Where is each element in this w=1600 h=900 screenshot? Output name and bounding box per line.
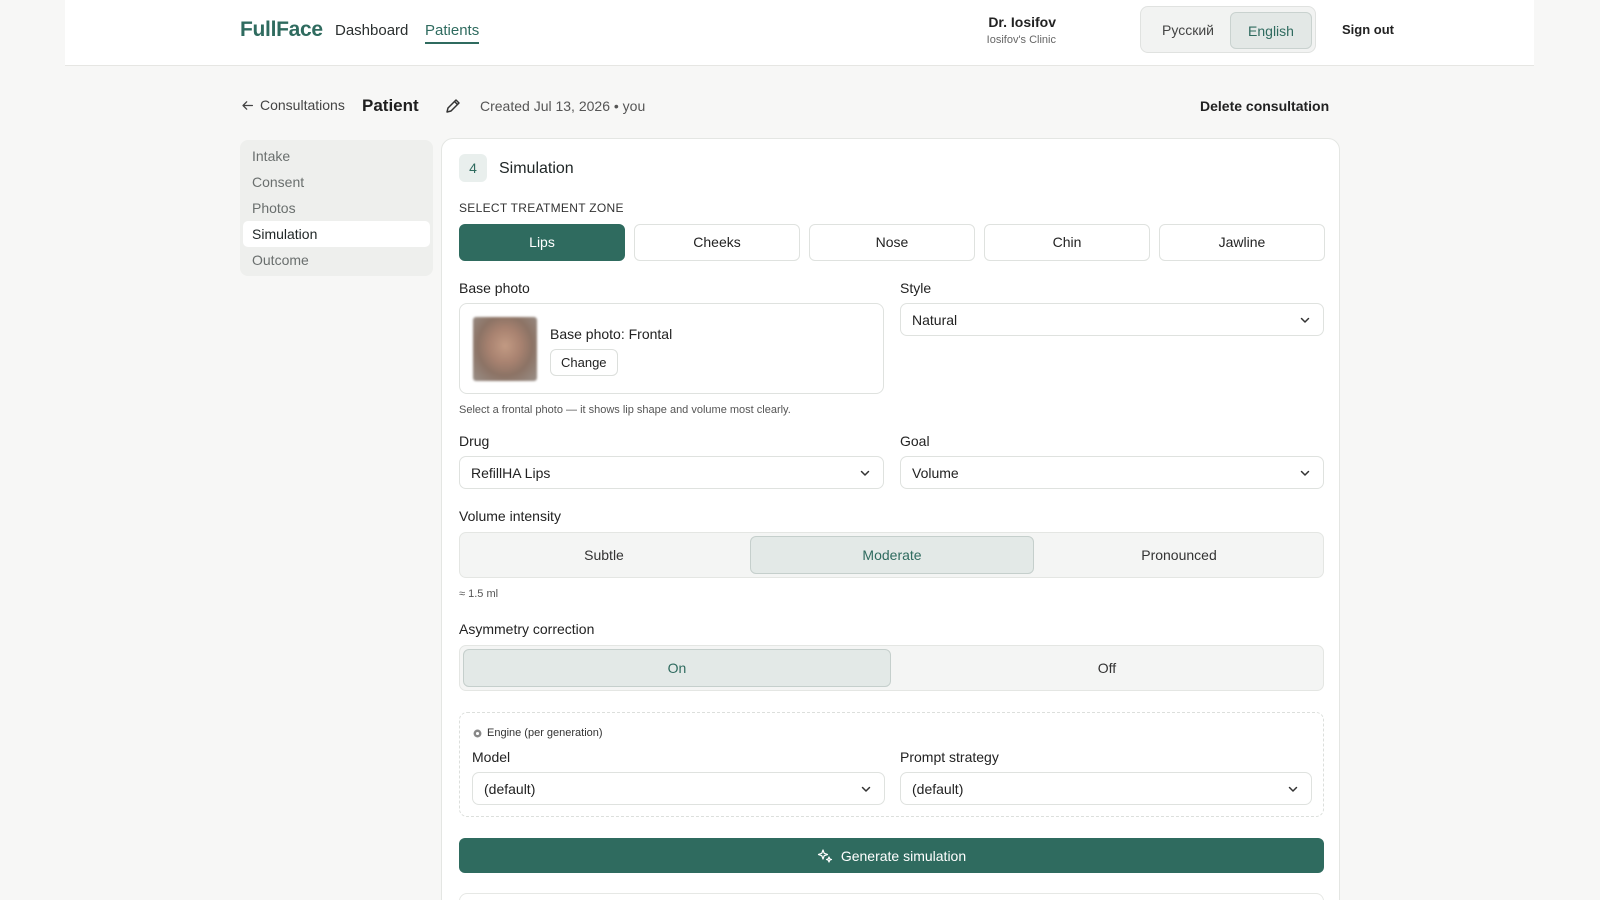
base-photo-thumbnail[interactable] [473,317,537,381]
zone-label: SELECT TREATMENT ZONE [459,201,624,215]
asymmetry-off-button[interactable]: Off [893,649,1321,687]
delete-consultation-button[interactable]: Delete consultation [1200,98,1329,114]
engine-settings-box: Engine (per generation) Model (default) … [459,712,1324,817]
chevron-down-icon [861,786,871,792]
back-label: Consultations [260,97,345,113]
engine-title: Engine (per generation) [472,727,603,739]
sidebar-item-photos[interactable]: Photos [243,195,430,221]
chevron-down-icon [1300,317,1310,323]
user-clinic: Iosifov's Clinic [986,34,1056,46]
chevron-down-icon [1288,786,1298,792]
zone-chin-button[interactable]: Chin [984,224,1150,261]
drug-value: RefillHA Lips [471,465,551,481]
sidebar-item-intake[interactable]: Intake [243,143,430,169]
base-photo-title: Base photo: Frontal [550,326,673,342]
zone-jawline-button[interactable]: Jawline [1159,224,1325,261]
sidebar-item-outcome[interactable]: Outcome [243,247,430,273]
chevron-down-icon [860,470,870,476]
sidebar-item-simulation[interactable]: Simulation [243,221,430,247]
photo-hint: Select a frontal photo — it shows lip sh… [459,404,791,416]
sparkles-icon [817,848,832,863]
simulation-card: 4 Simulation SELECT TREATMENT ZONE Lips … [441,138,1340,900]
asymmetry-on-button[interactable]: On [463,649,891,687]
sign-out-button[interactable]: Sign out [1342,22,1394,37]
user-name: Dr. Iosifov [988,14,1056,30]
drug-select[interactable]: RefillHA Lips [459,456,884,489]
results-card [459,893,1324,900]
prompt-strategy-label: Prompt strategy [900,749,999,765]
prompt-strategy-select[interactable]: (default) [900,772,1312,805]
zone-cheeks-button[interactable]: Cheeks [634,224,800,261]
intensity-segment: Subtle Moderate Pronounced [459,532,1324,578]
prompt-strategy-value: (default) [912,781,964,797]
lang-english-button[interactable]: English [1230,12,1312,49]
back-to-consultations[interactable]: Consultations [241,97,345,113]
brand-logo[interactable]: FullFace [240,18,323,42]
goal-select[interactable]: Volume [900,456,1324,489]
sidebar-item-consent[interactable]: Consent [243,169,430,195]
asymmetry-label: Asymmetry correction [459,621,595,637]
generate-label: Generate simulation [840,847,967,864]
style-label: Style [900,280,932,296]
goal-value: Volume [912,465,959,481]
drug-label: Drug [459,433,490,449]
base-photo-box: Base photo: Frontal Change [459,303,884,394]
gear-icon [473,729,482,737]
chevron-down-icon [1300,470,1310,476]
lang-russian-button[interactable]: Русский [1149,12,1227,49]
style-select[interactable]: Natural [900,303,1324,336]
nav-dashboard[interactable]: Dashboard [335,22,408,39]
base-photo-label: Base photo [459,280,530,296]
step-title: Simulation [499,160,574,177]
change-photo-button[interactable]: Change [550,349,618,376]
generate-simulation-button[interactable]: Generate simulation [459,838,1324,873]
intensity-label: Volume intensity [459,508,561,524]
top-bar: FullFace Dashboard Patients Dr. Iosifov … [65,0,1534,66]
language-switch: Русский English [1140,6,1316,53]
model-label: Model [472,749,511,765]
engine-title-text: Engine (per generation) [487,727,603,739]
arrow-left-icon [242,100,254,110]
zone-nose-button[interactable]: Nose [809,224,975,261]
step-sidebar: Intake Consent Photos Simulation Outcome [240,140,433,276]
intensity-subtle-button[interactable]: Subtle [463,536,745,574]
intensity-pronounced-button[interactable]: Pronounced [1038,536,1320,574]
step-number-badge: 4 [459,154,487,182]
created-info: Created Jul 13, 2026 • you [480,98,646,114]
intensity-moderate-button[interactable]: Moderate [750,536,1034,574]
volume-note: ≈ 1.5 ml [459,588,499,600]
nav-patients[interactable]: Patients [425,22,480,44]
style-value: Natural [912,312,958,328]
zone-lips-button[interactable]: Lips [459,224,625,261]
model-value: (default) [484,781,536,797]
page-title: Patient [362,96,419,115]
pencil-icon[interactable] [444,97,462,115]
model-select[interactable]: (default) [472,772,885,805]
goal-label: Goal [900,433,930,449]
asymmetry-segment: On Off [459,645,1324,691]
